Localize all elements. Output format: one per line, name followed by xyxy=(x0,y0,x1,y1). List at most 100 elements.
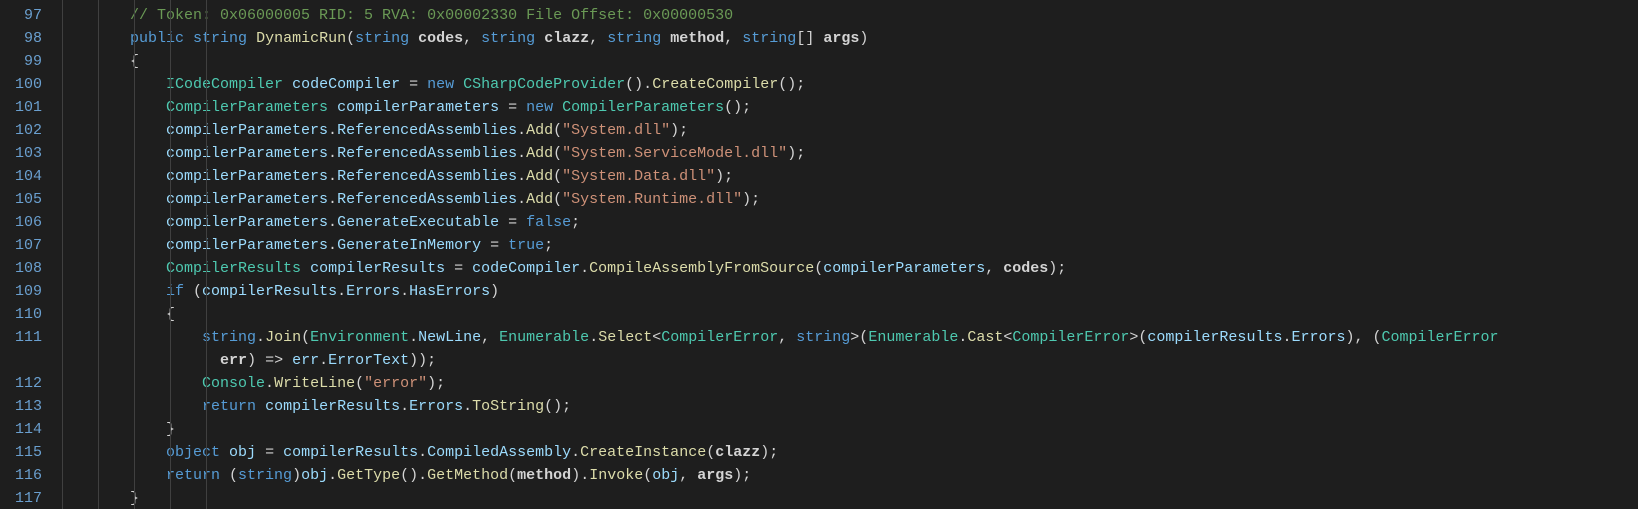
line-number: 106 xyxy=(0,211,42,234)
code-token: . xyxy=(337,283,346,300)
code-line[interactable]: compilerParameters.GenerateInMemory = tr… xyxy=(76,234,1638,257)
code-token: (). xyxy=(400,467,427,484)
line-number: 113 xyxy=(0,395,42,418)
code-token: = xyxy=(256,444,283,461)
code-line[interactable]: if (compilerResults.Errors.HasErrors) xyxy=(76,280,1638,303)
code-token: GenerateExecutable xyxy=(337,214,499,231)
code-line[interactable]: CompilerParameters compilerParameters = … xyxy=(76,96,1638,119)
code-token: . xyxy=(328,191,337,208)
code-token: ; xyxy=(571,214,580,231)
code-token: >( xyxy=(1129,329,1147,346)
code-token: obj xyxy=(229,444,256,461)
code-token: . xyxy=(328,467,337,484)
line-number: 101 xyxy=(0,96,42,119)
code-token: clazz xyxy=(715,444,760,461)
code-token: Enumerable xyxy=(499,329,589,346)
line-number: 107 xyxy=(0,234,42,257)
indent-guide xyxy=(170,0,171,509)
code-token: ( xyxy=(220,467,238,484)
code-token: ( xyxy=(553,168,562,185)
code-line[interactable]: Console.WriteLine("error"); xyxy=(76,372,1638,395)
code-token: new xyxy=(526,99,553,116)
code-token: string xyxy=(796,329,850,346)
code-token: ); xyxy=(787,145,805,162)
code-line[interactable]: string.Join(Environment.NewLine, Enumera… xyxy=(76,326,1638,349)
code-line[interactable]: CompilerResults compilerResults = codeCo… xyxy=(76,257,1638,280)
code-token: Errors xyxy=(409,398,463,415)
code-token: . xyxy=(958,329,967,346)
code-token: = xyxy=(481,237,508,254)
code-line[interactable]: compilerParameters.ReferencedAssemblies.… xyxy=(76,119,1638,142)
code-token: . xyxy=(517,168,526,185)
code-token: "System.ServiceModel.dll" xyxy=(562,145,787,162)
code-editor[interactable]: 9798991001011021031041051061071081091101… xyxy=(0,0,1638,509)
code-line[interactable]: } xyxy=(76,418,1638,441)
fold-bar xyxy=(56,0,76,509)
code-line[interactable]: object obj = compilerResults.CompiledAss… xyxy=(76,441,1638,464)
code-token: ReferencedAssemblies xyxy=(337,145,517,162)
code-token: string xyxy=(355,30,409,47)
code-token: . xyxy=(589,329,598,346)
code-token: method xyxy=(517,467,571,484)
code-token: ( xyxy=(346,30,355,47)
code-token: compilerResults xyxy=(202,283,337,300)
code-token: = xyxy=(499,99,526,116)
code-token: string xyxy=(481,30,535,47)
code-token: "error" xyxy=(364,375,427,392)
code-token: obj xyxy=(301,467,328,484)
code-line[interactable]: compilerParameters.ReferencedAssemblies.… xyxy=(76,188,1638,211)
code-token: Add xyxy=(526,168,553,185)
code-token: string xyxy=(607,30,661,47)
code-token: CompileAssemblyFromSource xyxy=(589,260,814,277)
code-token: , xyxy=(481,329,499,346)
code-token: . xyxy=(409,329,418,346)
code-token: compilerParameters xyxy=(166,145,328,162)
code-line[interactable]: public string DynamicRun(string codes, s… xyxy=(76,27,1638,50)
code-token xyxy=(328,99,337,116)
code-token: ; xyxy=(544,237,553,254)
code-token: object xyxy=(166,444,220,461)
code-token: Errors xyxy=(346,283,400,300)
code-token: string xyxy=(238,467,292,484)
code-line[interactable]: return compilerResults.Errors.ToString()… xyxy=(76,395,1638,418)
line-number: 99 xyxy=(0,50,42,73)
code-token: compilerParameters xyxy=(166,122,328,139)
code-token: ); xyxy=(1048,260,1066,277)
code-token: , xyxy=(679,467,697,484)
line-number: 97 xyxy=(0,4,42,27)
code-token: . xyxy=(517,191,526,208)
code-line[interactable]: compilerParameters.GenerateExecutable = … xyxy=(76,211,1638,234)
code-token: Select xyxy=(598,329,652,346)
line-number xyxy=(0,349,42,372)
code-line[interactable]: compilerParameters.ReferencedAssemblies.… xyxy=(76,165,1638,188)
code-token: compilerResults xyxy=(1147,329,1282,346)
code-token: . xyxy=(328,122,337,139)
code-token: compilerResults xyxy=(310,260,445,277)
code-token: (); xyxy=(778,76,805,93)
code-area[interactable]: // Token: 0x06000005 RID: 5 RVA: 0x00002… xyxy=(76,0,1638,509)
code-token xyxy=(247,30,256,47)
code-token: CompilerParameters xyxy=(562,99,724,116)
code-line[interactable]: { xyxy=(76,303,1638,326)
code-token: , xyxy=(724,30,742,47)
code-line[interactable]: // Token: 0x06000005 RID: 5 RVA: 0x00002… xyxy=(76,4,1638,27)
code-token: DynamicRun xyxy=(256,30,346,47)
code-token: obj xyxy=(652,467,679,484)
code-token: Invoke xyxy=(589,467,643,484)
code-line[interactable]: } xyxy=(76,487,1638,509)
line-number: 109 xyxy=(0,280,42,303)
code-token: . xyxy=(580,260,589,277)
code-token: . xyxy=(400,283,409,300)
code-token xyxy=(553,99,562,116)
code-token: = xyxy=(400,76,427,93)
code-token: ( xyxy=(643,467,652,484)
code-token: (); xyxy=(544,398,571,415)
code-token: string xyxy=(193,30,247,47)
code-line[interactable]: { xyxy=(76,50,1638,73)
code-line[interactable]: compilerParameters.ReferencedAssemblies.… xyxy=(76,142,1638,165)
code-line[interactable]: return (string)obj.GetType().GetMethod(m… xyxy=(76,464,1638,487)
code-token: Join xyxy=(265,329,301,346)
code-line[interactable]: err) => err.ErrorText)); xyxy=(76,349,1638,372)
code-line[interactable]: ICodeCompiler codeCompiler = new CSharpC… xyxy=(76,73,1638,96)
code-token: . xyxy=(265,375,274,392)
